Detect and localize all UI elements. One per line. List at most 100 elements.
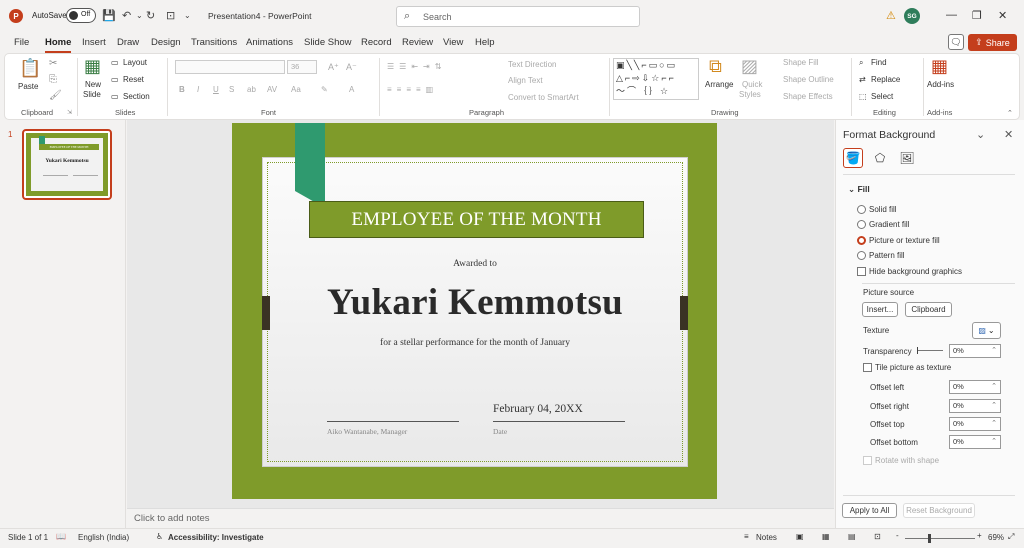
increase-font-icon[interactable]: A⁺	[328, 62, 339, 73]
fill-tab-icon[interactable]: 🪣	[843, 148, 863, 168]
new-slide-label[interactable]: New	[85, 80, 101, 89]
underline-button[interactable]: U	[213, 85, 219, 94]
save-icon[interactable]: 💾	[102, 9, 116, 22]
accessibility-status[interactable]: Accessibility: Investigate	[168, 533, 264, 542]
paste-button[interactable]: Paste	[18, 82, 38, 91]
reset-button[interactable]: Reset	[123, 75, 144, 84]
rotate-checkbox[interactable]	[863, 456, 872, 465]
normal-view-icon[interactable]: ▣	[796, 532, 804, 541]
new-slide-label-2[interactable]: Slide	[83, 90, 101, 99]
zoom-out-button[interactable]: -	[896, 531, 899, 540]
gradient-fill-label[interactable]: Gradient fill	[869, 220, 909, 229]
recipient-name[interactable]: Yukari Kemmotsu	[262, 281, 688, 324]
undo-icon[interactable]: ↶	[122, 9, 131, 22]
clipboard-launcher-icon[interactable]: ⇲	[67, 109, 72, 116]
tab-help[interactable]: Help	[475, 37, 495, 48]
zoom-slider[interactable]	[905, 538, 975, 539]
layout-button[interactable]: Layout	[123, 58, 147, 67]
text-direction-button[interactable]: Text Direction	[508, 60, 556, 69]
pane-options-chevron-icon[interactable]: ⌄	[976, 128, 985, 141]
bold-button[interactable]: B	[179, 85, 185, 94]
change-case-icon[interactable]: Aa	[291, 85, 301, 94]
format-painter-icon[interactable]: 🖌	[49, 90, 62, 101]
date-label[interactable]: Date	[493, 427, 507, 436]
picture-fill-label[interactable]: Picture or texture fill	[869, 236, 940, 245]
apply-to-all-button[interactable]: Apply to All	[842, 503, 897, 518]
tab-home[interactable]: Home	[45, 37, 72, 53]
font-family-select[interactable]	[175, 60, 285, 74]
solid-fill-label[interactable]: Solid fill	[869, 205, 897, 214]
offset-bottom-spinner[interactable]: 0%	[949, 435, 1001, 449]
quick-styles-label[interactable]: Quick	[742, 80, 762, 89]
performance-text[interactable]: for a stellar performance for the month …	[262, 338, 688, 348]
fit-to-window-icon[interactable]: ⤢	[1008, 532, 1014, 542]
shape-effects-button[interactable]: Shape Effects	[783, 92, 833, 101]
language[interactable]: English (India)	[78, 533, 129, 542]
search-input[interactable]: ⌕ Search	[396, 6, 640, 27]
strikethrough-button[interactable]: S	[229, 85, 234, 94]
restore-icon[interactable]: ❐	[972, 9, 982, 22]
collapse-ribbon-icon[interactable]: ⌃	[1007, 109, 1013, 117]
arrange-button[interactable]: Arrange	[705, 80, 733, 89]
share-button[interactable]: ⇪ Share	[968, 34, 1017, 51]
quick-styles-icon[interactable]: ▨	[741, 56, 758, 77]
solid-fill-radio[interactable]	[857, 205, 866, 214]
arrange-icon[interactable]: ⧉	[709, 56, 722, 77]
select-button[interactable]: Select	[871, 92, 893, 101]
paste-icon[interactable]: 📋	[19, 58, 41, 79]
hide-graphics-label[interactable]: Hide background graphics	[869, 267, 962, 276]
spelling-icon[interactable]: 📖	[56, 532, 66, 541]
minimize-icon[interactable]: —	[946, 9, 957, 21]
quick-styles-label-2[interactable]: Styles	[739, 90, 761, 99]
tab-slide-show[interactable]: Slide Show	[304, 37, 352, 48]
autosave-toggle[interactable]: Off	[66, 8, 96, 23]
pattern-fill-label[interactable]: Pattern fill	[869, 251, 905, 260]
pane-close-icon[interactable]: ✕	[1004, 128, 1013, 141]
spacing-icon[interactable]: AV	[267, 85, 277, 94]
shape-outline-button[interactable]: Shape Outline	[783, 75, 834, 84]
texture-picker[interactable]: ▨ ⌄	[972, 322, 1001, 339]
notes-pane[interactable]: Click to add notes	[127, 508, 834, 528]
font-size-select[interactable]: 36	[287, 60, 317, 74]
customize-chevron-icon[interactable]: ⌄	[184, 11, 191, 20]
chevron-down-icon[interactable]: ⌄	[136, 11, 143, 20]
offset-right-spinner[interactable]: 0%	[949, 399, 1001, 413]
alignment-icons[interactable]: ≡≡≡≡▥	[387, 85, 438, 94]
tab-animations[interactable]: Animations	[246, 37, 293, 48]
certificate-banner[interactable]: EMPLOYEE OF THE MONTH	[309, 201, 644, 238]
tab-design[interactable]: Design	[151, 37, 181, 48]
shapes-gallery[interactable]: ▣╲╲⌐▭○▭ △⌐⇨⇩☆⌐⌐ 〜⌒｛｝☆	[613, 58, 699, 100]
fill-section-header[interactable]: ⌄ Fill	[848, 184, 870, 195]
decrease-font-icon[interactable]: A⁻	[346, 62, 357, 73]
offset-top-spinner[interactable]: 0%	[949, 417, 1001, 431]
tab-view[interactable]: View	[443, 37, 463, 48]
tab-file[interactable]: File	[14, 37, 29, 48]
slideshow-view-icon[interactable]: ⊡	[874, 532, 881, 541]
clipboard-button[interactable]: Clipboard	[905, 302, 952, 317]
section-button[interactable]: Section	[123, 92, 150, 101]
present-icon[interactable]: ⊡	[166, 9, 175, 22]
shape-fill-button[interactable]: Shape Fill	[783, 58, 819, 67]
effects-tab-icon[interactable]: ⬠	[870, 148, 890, 168]
tile-checkbox[interactable]	[863, 363, 872, 372]
reading-view-icon[interactable]: ▤	[848, 532, 856, 541]
replace-button[interactable]: Replace	[871, 75, 900, 84]
notes-button[interactable]: Notes	[756, 533, 777, 542]
cut-icon[interactable]: ✂	[49, 58, 57, 69]
signer-label[interactable]: Aiko Wantanabe, Manager	[327, 427, 407, 436]
font-color-icon[interactable]: A	[349, 85, 354, 94]
align-text-button[interactable]: Align Text	[508, 76, 543, 85]
warning-icon[interactable]: ⚠	[886, 9, 896, 22]
pattern-fill-radio[interactable]	[857, 251, 866, 260]
copy-icon[interactable]: ⎘	[49, 74, 57, 85]
offset-left-spinner[interactable]: 0%	[949, 380, 1001, 394]
picture-tab-icon[interactable]: 🖼	[897, 148, 917, 168]
shadow-icon[interactable]: ab	[247, 85, 256, 94]
tile-label[interactable]: Tile picture as texture	[875, 363, 951, 372]
hide-graphics-checkbox[interactable]	[857, 267, 866, 276]
comments-button[interactable]: 🗨	[948, 34, 964, 50]
avatar[interactable]: SG	[904, 8, 920, 24]
redo-icon[interactable]: ↻	[146, 9, 155, 22]
zoom-in-button[interactable]: +	[977, 531, 982, 540]
tab-insert[interactable]: Insert	[82, 37, 106, 48]
